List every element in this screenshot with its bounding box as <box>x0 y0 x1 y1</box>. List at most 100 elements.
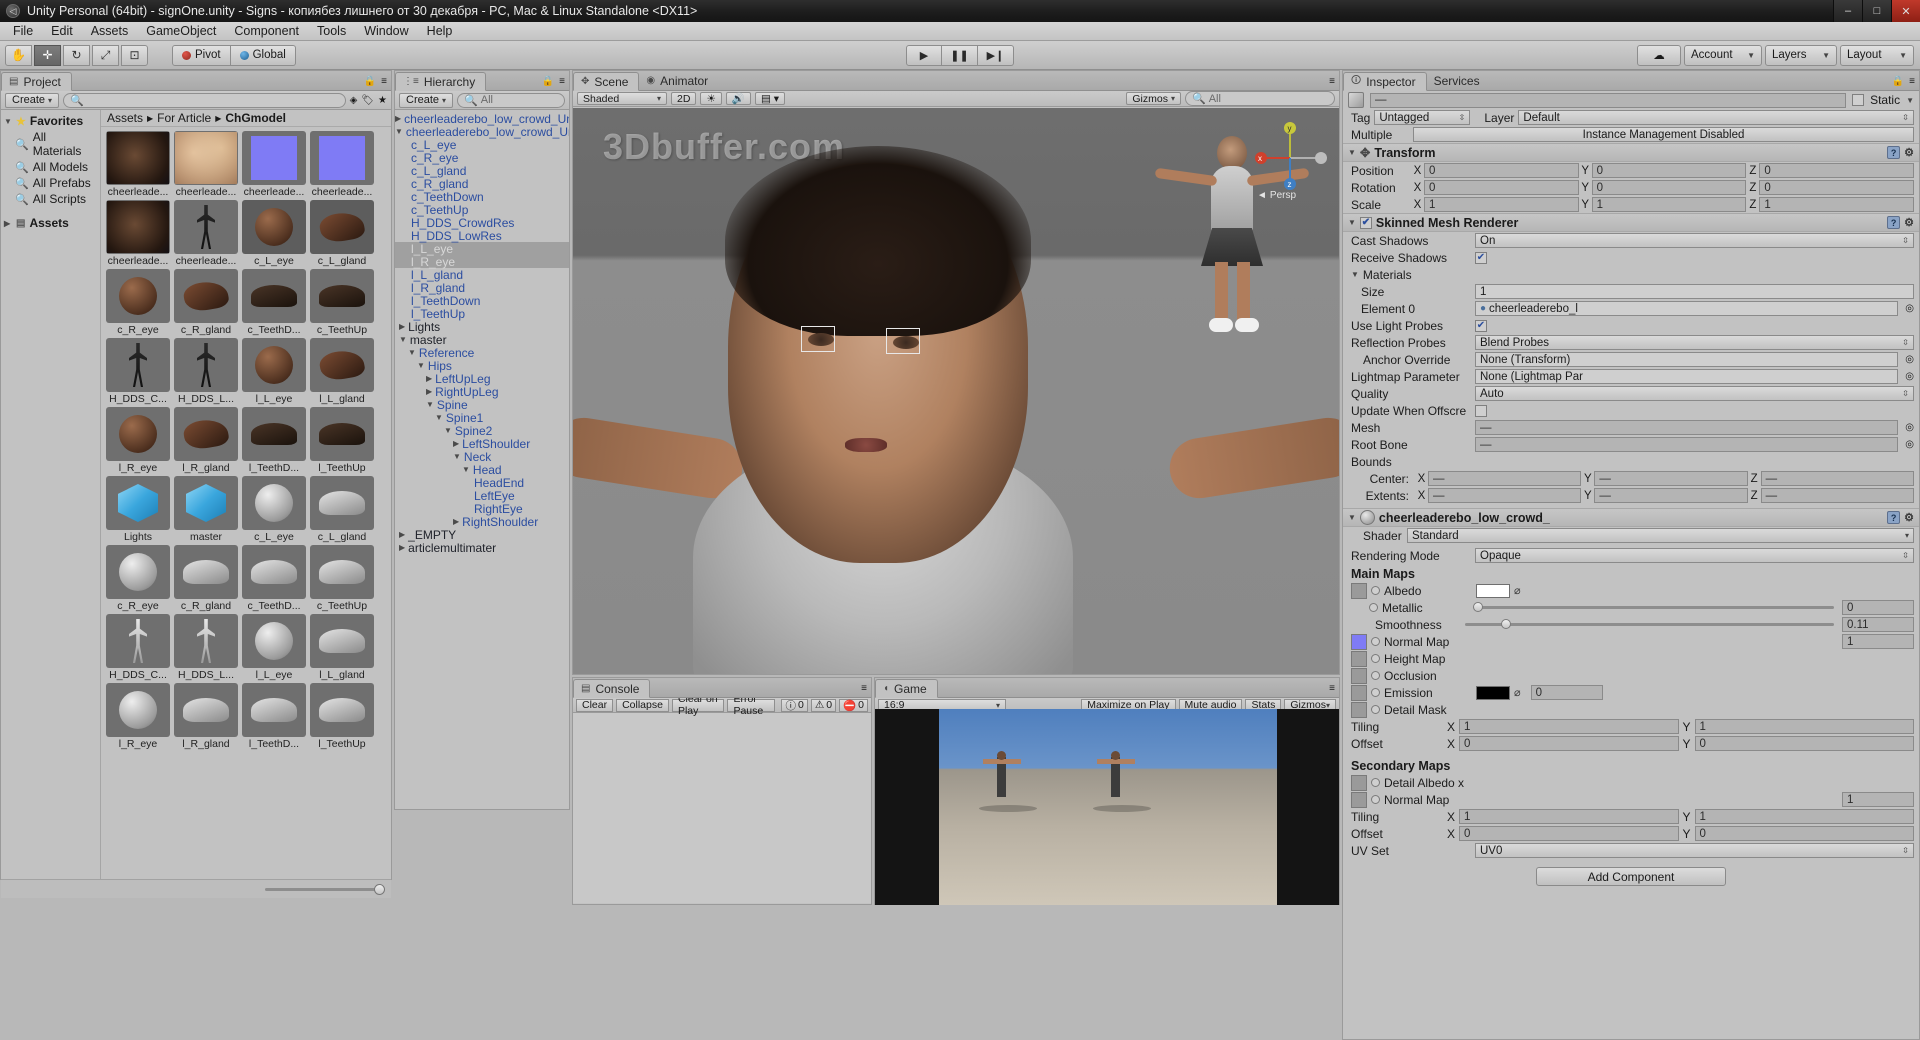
extents-y-field[interactable]: — <box>1594 488 1748 503</box>
asset-item[interactable]: H_DDS_L... <box>173 614 239 681</box>
chevron-right-icon[interactable]: ▶ <box>453 439 459 448</box>
chevron-down-icon[interactable]: ▼ <box>1348 513 1356 522</box>
menu-item-component[interactable]: Component <box>225 23 308 39</box>
panel-menu-icon[interactable]: ≡ <box>1909 76 1915 87</box>
hierarchy-item[interactable]: c_L_eye <box>395 138 569 152</box>
breadcrumb-assets[interactable]: Assets <box>107 111 143 125</box>
object-picker-icon[interactable]: ◎ <box>1905 439 1914 450</box>
favorite-icon[interactable]: ★ <box>378 95 387 106</box>
object-picker-icon[interactable]: ◎ <box>1905 371 1914 382</box>
hierarchy-item[interactable]: c_TeethUp <box>395 203 569 217</box>
shader-dropdown[interactable]: Standard ▾ <box>1407 528 1914 543</box>
hierarchy-item[interactable]: ▼ Head <box>395 463 569 477</box>
mesh-field[interactable]: — <box>1475 420 1899 435</box>
asset-thumbnail[interactable] <box>106 476 170 530</box>
menu-item-help[interactable]: Help <box>418 23 462 39</box>
emission-radio-icon[interactable] <box>1371 688 1380 697</box>
tab-animator[interactable]: ◉ Animator <box>639 71 718 90</box>
effects-dropdown[interactable]: ▤ ▾ <box>754 92 786 105</box>
gear-icon[interactable]: ⚙ <box>1904 146 1914 159</box>
asset-thumbnail[interactable] <box>106 545 170 599</box>
slider-knob[interactable] <box>1473 602 1483 612</box>
menu-item-gameobject[interactable]: GameObject <box>137 23 225 39</box>
tab-project[interactable]: ▤ Project <box>1 72 72 91</box>
rotation-y-field[interactable]: 0 <box>1591 180 1747 195</box>
hierarchy-item[interactable]: ▼ Reference <box>395 346 569 360</box>
chevron-down-icon[interactable]: ▼ <box>1348 218 1356 227</box>
lighting-toggle-icon[interactable]: ☀ <box>700 92 722 105</box>
smr-enabled-checkbox[interactable]: ✔ <box>1359 216 1372 229</box>
menu-item-file[interactable]: File <box>4 23 42 39</box>
thumbnail-size-slider[interactable] <box>265 883 385 895</box>
menu-item-tools[interactable]: Tools <box>308 23 355 39</box>
hierarchy-item[interactable]: l_R_gland <box>395 281 569 295</box>
layout-dropdown[interactable]: Layout ▼ <box>1840 44 1914 66</box>
asset-thumbnail[interactable] <box>310 338 374 392</box>
secondary-offset-y-field[interactable]: 0 <box>1694 826 1914 841</box>
asset-thumbnail[interactable] <box>242 338 306 392</box>
occlusion-radio-icon[interactable] <box>1371 671 1380 680</box>
asset-grid[interactable]: cheerleade... cheerleade... cheerleade... c… <box>101 127 391 879</box>
hierarchy-item[interactable]: ▶ RightUpLeg <box>395 385 569 399</box>
global-toggle[interactable]: Global <box>230 44 296 66</box>
emission-texture-slot[interactable] <box>1351 684 1367 701</box>
favorite-all-materials[interactable]: 🔍 All Materials <box>1 129 100 159</box>
tab-scene[interactable]: ✥ Scene <box>573 72 640 91</box>
height-map-radio-icon[interactable] <box>1371 654 1380 663</box>
hierarchy-item[interactable]: c_R_eye <box>395 151 569 165</box>
asset-thumbnail[interactable] <box>174 269 238 323</box>
hierarchy-item[interactable]: c_TeethDown <box>395 190 569 204</box>
detail-mask-texture-slot[interactable] <box>1351 701 1367 718</box>
material-element0-field[interactable]: ● cheerleaderebo_l <box>1475 301 1899 316</box>
lock-icon[interactable]: 🔒 <box>364 76 376 87</box>
tag-dropdown[interactable]: Untagged ⇳ <box>1374 110 1471 125</box>
asset-item[interactable]: c_L_eye <box>241 476 307 543</box>
metallic-field[interactable]: 0 <box>1842 600 1914 615</box>
window-controls[interactable]: – □ ✕ <box>1833 0 1920 22</box>
height-map-texture-slot[interactable] <box>1351 650 1367 667</box>
asset-thumbnail[interactable] <box>174 407 238 461</box>
asset-item[interactable]: c_TeethUp <box>309 545 375 612</box>
asset-thumbnail[interactable] <box>174 131 238 185</box>
menu-item-window[interactable]: Window <box>355 23 417 39</box>
close-button[interactable]: ✕ <box>1891 0 1920 22</box>
asset-thumbnail[interactable] <box>242 269 306 323</box>
scale-tool-icon[interactable]: ⤢ <box>92 44 119 66</box>
hierarchy-item[interactable]: LeftEye <box>395 489 569 503</box>
console-clear-on-play-button[interactable]: Clear on Play <box>671 693 725 717</box>
tab-services[interactable]: Services <box>1427 71 1490 90</box>
pivot-toggle[interactable]: Pivot <box>172 44 231 66</box>
create-menu-button[interactable]: Create ▾ <box>5 92 60 108</box>
asset-thumbnail[interactable] <box>242 407 306 461</box>
chevron-down-icon[interactable]: ▼ <box>444 426 452 435</box>
asset-item[interactable]: cheerleade... <box>105 200 171 267</box>
panel-menu-icon[interactable]: ≡ <box>1329 76 1335 87</box>
asset-item[interactable]: c_TeethD... <box>241 269 307 336</box>
panel-menu-icon[interactable]: ≡ <box>381 76 387 87</box>
asset-item[interactable]: l_R_gland <box>173 407 239 474</box>
smoothness-slider[interactable] <box>1465 619 1834 629</box>
asset-item[interactable]: l_TeethUp <box>309 683 375 750</box>
hierarchy-search-input[interactable]: 🔍 All <box>457 92 565 108</box>
asset-thumbnail[interactable] <box>106 614 170 668</box>
gear-icon[interactable]: ⚙ <box>1904 511 1914 524</box>
hand-tool-icon[interactable]: ✋ <box>5 44 32 66</box>
rotation-z-field[interactable]: 0 <box>1759 180 1915 195</box>
audio-toggle-icon[interactable]: 🔊 <box>725 92 751 105</box>
hierarchy-item[interactable]: c_R_gland <box>395 177 569 191</box>
cast-shadows-dropdown[interactable]: On ⇳ <box>1475 233 1914 248</box>
asset-thumbnail[interactable] <box>310 614 374 668</box>
hierarchy-item[interactable]: ▼ Spine2 <box>395 424 569 438</box>
filter-type-icon[interactable]: ◈ <box>350 95 358 106</box>
tab-inspector[interactable]: 🛈 Inspector <box>1343 72 1427 91</box>
right-eye-gizmo[interactable] <box>886 328 920 354</box>
asset-thumbnail[interactable] <box>106 131 170 185</box>
secondary-normal-field[interactable]: 1 <box>1842 792 1914 807</box>
toggle-2d-button[interactable]: 2D <box>671 92 697 105</box>
center-x-field[interactable]: — <box>1428 471 1582 486</box>
menu-item-edit[interactable]: Edit <box>42 23 82 39</box>
scene-search-input[interactable]: 🔍 All <box>1185 91 1335 106</box>
material-size-field[interactable]: 1 <box>1475 284 1914 299</box>
tab-game[interactable]: ◖ Game <box>875 679 938 698</box>
game-viewport[interactable] <box>875 709 1339 905</box>
